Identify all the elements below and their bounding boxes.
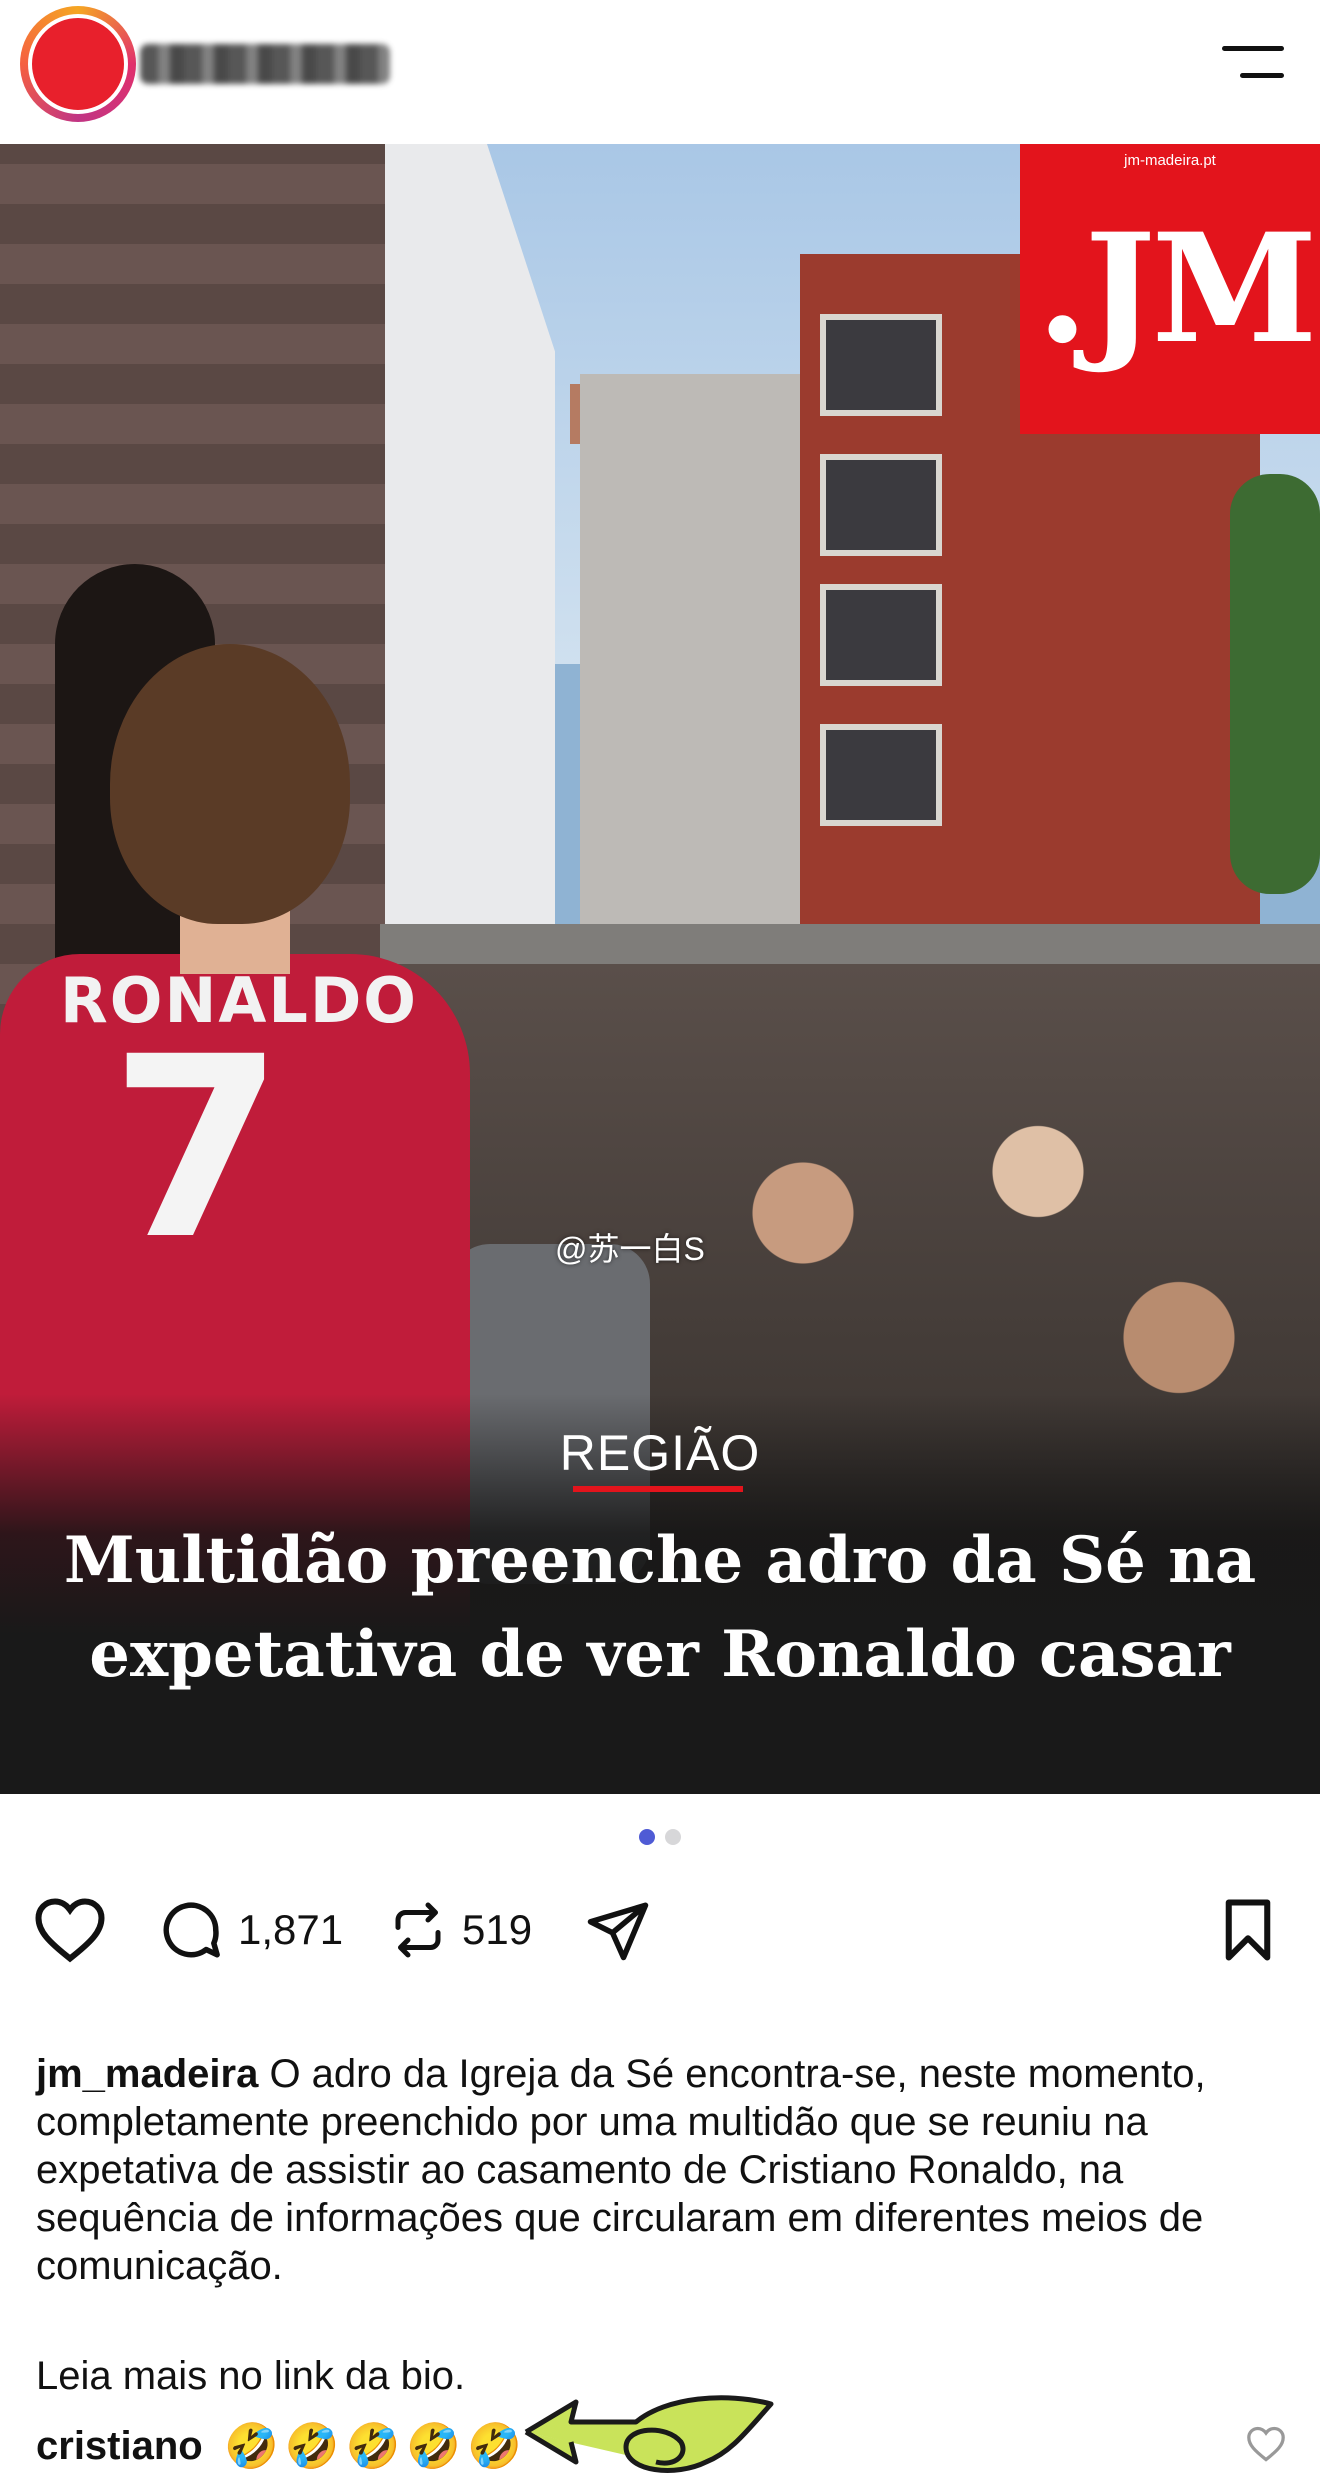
caption-username[interactable]: jm_madeira bbox=[36, 2052, 258, 2096]
carousel-dots bbox=[0, 1829, 1320, 1850]
comment-emojis: 🤣🤣🤣🤣🤣 bbox=[224, 2422, 528, 2471]
username-redacted[interactable] bbox=[140, 44, 390, 84]
trees bbox=[1230, 474, 1320, 894]
caption-more: Leia mais no link da bio. bbox=[36, 2354, 466, 2398]
share-button[interactable] bbox=[584, 1880, 652, 1980]
headline: Multidão preenche adro da Sé na expetati… bbox=[63, 1523, 1257, 1692]
section-label: REGIÃO bbox=[559, 1425, 761, 1481]
child-head bbox=[110, 644, 350, 924]
app-header bbox=[0, 0, 1320, 144]
repost-button[interactable]: 519 bbox=[388, 1880, 532, 1980]
dot[interactable] bbox=[665, 1829, 681, 1845]
heart-icon bbox=[35, 1898, 105, 1963]
comment-button[interactable]: 1,871 bbox=[158, 1880, 343, 1980]
comment-count: 1,871 bbox=[238, 1906, 344, 1953]
send-icon bbox=[587, 1902, 649, 1961]
post-image[interactable]: RONALDO 7 jm-madeira.pt .JM @苏一白S REGIÃO… bbox=[0, 144, 1320, 1794]
save-button[interactable] bbox=[1218, 1880, 1278, 1980]
section-underline bbox=[573, 1486, 743, 1492]
post-caption: jm_madeira O adro da Igreja da Sé encont… bbox=[36, 2050, 1286, 2290]
hand-drawn-arrow bbox=[524, 2395, 774, 2473]
avatar[interactable] bbox=[20, 6, 136, 122]
bookmark-icon bbox=[1225, 1899, 1271, 1961]
dot-active[interactable] bbox=[639, 1829, 655, 1845]
shirt-number: 7 bbox=[110, 1003, 284, 1294]
comment-username[interactable]: cristiano bbox=[36, 2424, 203, 2469]
action-bar: 1,871 519 bbox=[0, 1880, 1320, 1980]
watermark: @苏一白S bbox=[555, 1231, 705, 1267]
comment-icon bbox=[163, 1902, 220, 1958]
comment-like-icon[interactable] bbox=[1246, 2426, 1286, 2462]
jm-logo-text: .JM bbox=[1036, 201, 1317, 377]
repost-icon bbox=[395, 1902, 441, 1958]
jm-url: jm-madeira.pt bbox=[1124, 152, 1216, 169]
profile-picture bbox=[28, 14, 128, 114]
building bbox=[580, 374, 810, 954]
top-comment: cristiano 🤣🤣🤣🤣🤣 bbox=[36, 2395, 1286, 2478]
jm-logo: jm-madeira.pt .JM bbox=[1020, 144, 1320, 434]
like-button[interactable] bbox=[34, 1880, 106, 1980]
menu-icon[interactable] bbox=[1222, 46, 1284, 80]
repost-count: 519 bbox=[462, 1906, 533, 1953]
